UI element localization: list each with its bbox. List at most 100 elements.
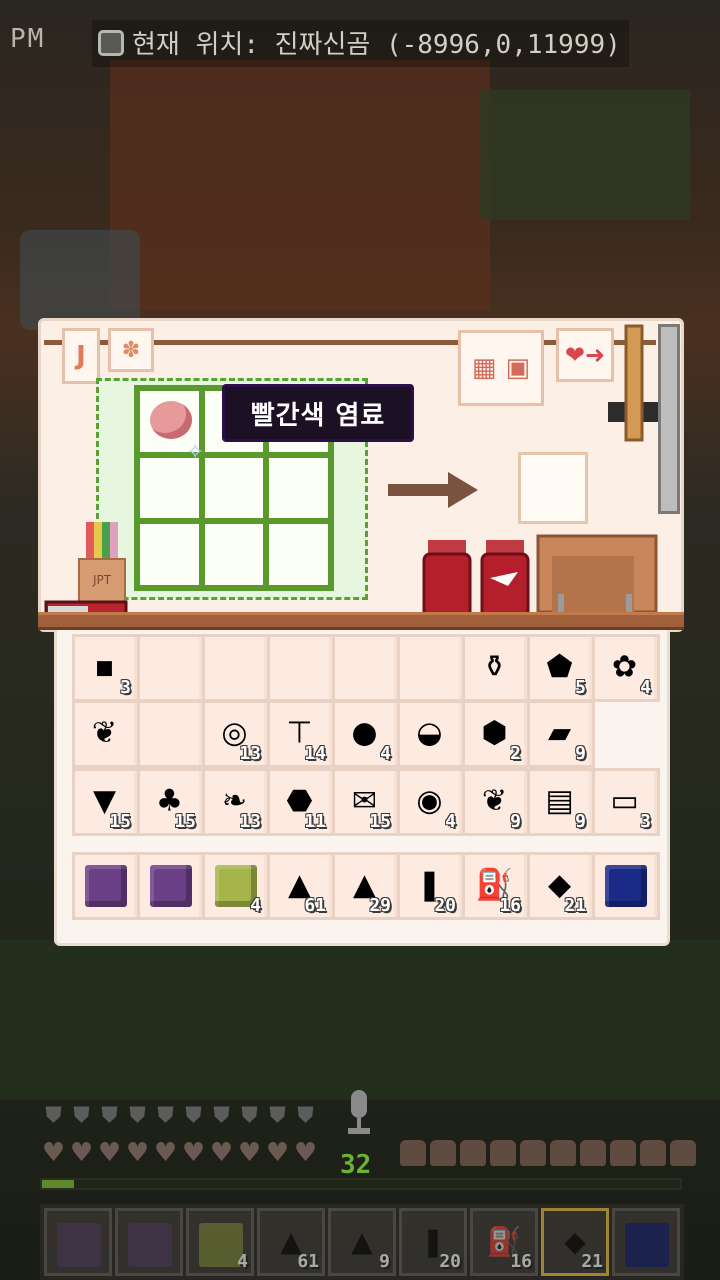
item-count: 5 [575, 677, 586, 698]
inventory-slot[interactable] [205, 637, 267, 699]
inventory-slot[interactable]: ◒ [400, 703, 462, 765]
inventory-slot[interactable] [595, 855, 657, 917]
inventory-slot[interactable]: ⬢ 2 [465, 703, 527, 765]
inventory-slot[interactable]: ▰ 9 [530, 703, 592, 765]
small-stone-icon: ▪ [94, 649, 115, 685]
inventory-slot[interactable]: ♣ 15 [140, 771, 202, 833]
food-icon [460, 1140, 486, 1166]
grid-slot[interactable] [140, 524, 199, 585]
inventory-slot[interactable]: ⬣ 11 [270, 771, 332, 833]
heart-icon: ♥ [69, 1138, 94, 1168]
hunger-bar [400, 1140, 699, 1166]
purple-block-icon [150, 865, 192, 907]
hotbar-slot[interactable]: ⛽ 16 [470, 1208, 538, 1276]
item-count: 13 [239, 743, 261, 764]
inventory-slot[interactable] [140, 703, 202, 765]
clock-icon [98, 29, 124, 56]
inventory-slot[interactable] [400, 637, 462, 699]
blue-block-icon [625, 1223, 669, 1267]
coconut-bowl-icon: ◒ [416, 715, 443, 751]
panel-scrollbar[interactable] [658, 324, 680, 514]
item-count: 11 [304, 811, 326, 832]
iron-ingot-icon: ▰ [547, 715, 572, 751]
background-window [480, 90, 690, 220]
hotbar-slot[interactable]: ▲ 61 [257, 1208, 325, 1276]
item-count: 15 [174, 811, 196, 832]
inventory-slot[interactable] [335, 637, 397, 699]
inventory-slot[interactable]: ⚱ [465, 637, 527, 699]
item-count: 61 [297, 1251, 319, 1272]
heart-icon: ♥ [181, 1138, 206, 1168]
armor-icon: ⛊ [213, 1103, 230, 1128]
hotbar-slot[interactable] [115, 1208, 183, 1276]
pencils-icon [86, 522, 118, 558]
inventory-slot[interactable]: ❚ 20 [400, 855, 462, 917]
item-count: 4 [380, 743, 391, 764]
note-j: J [62, 328, 100, 384]
inventory-slot[interactable]: 4 [205, 855, 267, 917]
inventory-slot[interactable]: ▤ 9 [530, 771, 592, 833]
armor-icon: ⛊ [129, 1103, 146, 1128]
hotbar-slot[interactable]: ❚ 20 [399, 1208, 467, 1276]
output-slot[interactable] [518, 452, 588, 524]
item-count: 15 [109, 811, 131, 832]
inventory-slot[interactable]: ◎ 13 [205, 703, 267, 765]
heart-icon: ♥ [265, 1138, 290, 1168]
hotbar-slot[interactable]: 4 [186, 1208, 254, 1276]
armor-icon: ⛊ [45, 1103, 62, 1128]
inventory-slot[interactable]: ❦ [75, 703, 137, 765]
hotbar-slot[interactable] [612, 1208, 680, 1276]
grid-slot[interactable] [269, 457, 328, 519]
grid-slot[interactable] [140, 457, 199, 519]
background-grass [0, 940, 720, 1100]
hotbar-slot[interactable] [44, 1208, 112, 1276]
armor-icon: ⛊ [101, 1103, 118, 1128]
food-icon [670, 1140, 696, 1166]
inventory-slot[interactable]: ▲ 29 [335, 855, 397, 917]
ticket-icon: ▭ [610, 783, 639, 819]
empty-bottle-icon: ⚱ [481, 649, 508, 685]
inventory-slot[interactable]: ✉ 15 [335, 771, 397, 833]
item-count: 20 [439, 1251, 461, 1272]
armor-icon: ⛊ [157, 1103, 174, 1128]
inventory-slot[interactable] [140, 637, 202, 699]
heart-icon: ♥ [125, 1138, 150, 1168]
inventory-slot[interactable]: ⛽ 16 [465, 855, 527, 917]
time-label: PM [10, 24, 46, 54]
item-count: 21 [564, 895, 586, 916]
inventory-slot[interactable]: ⊤ 14 [270, 703, 332, 765]
inventory-slot[interactable]: ◆ 21 [530, 855, 592, 917]
inventory-slot[interactable]: ▪ 3 [75, 637, 137, 699]
rolling-pin-icon [608, 324, 660, 442]
inventory-slot[interactable] [75, 855, 137, 917]
hotbar-slot[interactable]: ▲ 9 [328, 1208, 396, 1276]
inventory-slot[interactable]: ❦ 9 [465, 771, 527, 833]
inventory-slot[interactable]: ✿ 4 [595, 637, 657, 699]
microphone-icon [348, 1090, 370, 1134]
grid-slot[interactable] [269, 524, 328, 585]
armor-icon: ⛊ [73, 1103, 90, 1128]
inventory-slot[interactable]: ◉ 4 [400, 771, 462, 833]
inventory-slot[interactable]: ❧ 13 [205, 771, 267, 833]
hotbar-slot-selected[interactable]: ◆ 21 [541, 1208, 609, 1276]
inventory-slot[interactable]: ▲ 61 [270, 855, 332, 917]
pencil-cup: JPT [78, 522, 126, 604]
panel-shelf [38, 612, 684, 630]
hotbar: 4 ▲ 61 ▲ 9 ❚ 20 ⛽ 16 ◆ 21 [40, 1204, 684, 1280]
wood-crate-icon: ▤ [545, 783, 574, 819]
grid-slot[interactable] [204, 524, 264, 585]
iron-ore-icon: ⬟ [546, 649, 573, 685]
inventory-slot[interactable] [270, 637, 332, 699]
item-count: 2 [510, 743, 521, 764]
food-icon [400, 1140, 426, 1166]
inventory-slot[interactable]: ▼ 15 [75, 771, 137, 833]
grid-slot[interactable] [204, 457, 264, 519]
inventory-slot[interactable] [140, 855, 202, 917]
inventory-slot[interactable]: ▭ 3 [595, 771, 657, 833]
inventory-slot[interactable]: ● 4 [335, 703, 397, 765]
location-display: 현재 위치: 진짜신곰 (-8996,0,11999) [92, 20, 629, 67]
item-count: 3 [640, 811, 651, 832]
blue-block-icon [605, 865, 647, 907]
inventory-slot[interactable]: ⬟ 5 [530, 637, 592, 699]
heart-icon: ♥ [237, 1138, 262, 1168]
